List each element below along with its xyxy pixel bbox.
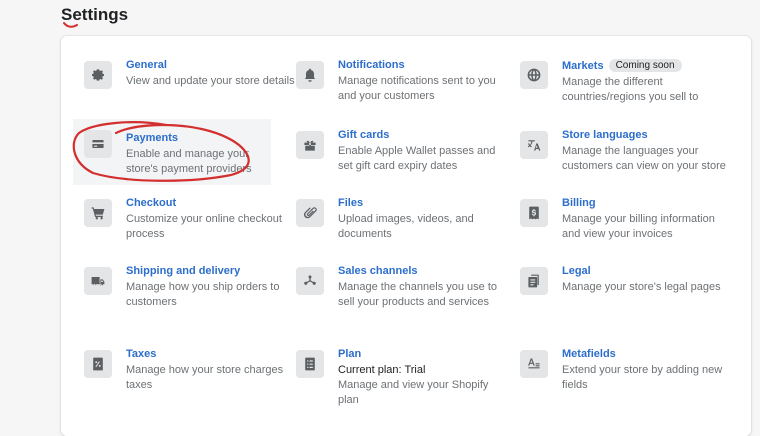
gift-icon	[296, 131, 324, 159]
settings-item-title: Store languages	[562, 129, 648, 141]
settings-item-legal[interactable]: Legal Manage your store's legal pages	[520, 265, 730, 317]
settings-item-notifications[interactable]: Notifications Manage notifications sent …	[296, 59, 506, 111]
settings-item-description: Upload images, videos, and documents	[338, 213, 474, 240]
metafields-icon	[520, 350, 548, 378]
settings-item-title: Metafields	[562, 348, 616, 360]
settings-item-markets[interactable]: Markets Coming soon Manage the different…	[520, 59, 730, 111]
plan-description: Manage and view your Shopify plan	[338, 379, 489, 406]
settings-item-taxes[interactable]: Taxes Manage how your store charges taxe…	[84, 348, 294, 400]
settings-item-title: Plan	[338, 348, 362, 360]
paperclip-icon	[296, 199, 324, 227]
settings-item-metafields[interactable]: Metafields Extend your store by adding n…	[520, 348, 730, 400]
settings-item-sales-channels[interactable]: Sales channels Manage the channels you u…	[296, 265, 506, 333]
truck-icon	[84, 267, 112, 295]
cart-icon	[84, 199, 112, 227]
settings-item-title: Markets	[562, 59, 604, 72]
settings-item-payments[interactable]: Payments Enable and manage your store's …	[73, 119, 271, 185]
settings-item-title: Taxes	[126, 348, 157, 360]
settings-item-plan[interactable]: Plan Current plan: Trial Manage and view…	[296, 348, 508, 416]
settings-item-title: Payments	[126, 132, 178, 144]
plan-icon	[296, 350, 324, 378]
settings-item-description: Extend your store by adding new fields	[562, 364, 723, 391]
settings-item-checkout[interactable]: Checkout Customize your online checkout …	[84, 197, 294, 249]
payment-icon	[84, 130, 112, 158]
channels-icon	[296, 267, 324, 295]
settings-item-shipping[interactable]: Shipping and delivery Manage how you shi…	[84, 265, 294, 317]
settings-item-title: Files	[338, 197, 364, 209]
legal-icon	[520, 267, 548, 295]
settings-item-description: Manage the channels you use to sell your…	[338, 281, 498, 308]
settings-item-gift-cards[interactable]: Gift cards Enable Apple Wallet passes an…	[296, 129, 506, 181]
settings-item-description: View and update your store details	[126, 75, 295, 87]
status-badge: Coming soon	[608, 59, 682, 72]
bell-icon	[296, 61, 324, 89]
settings-item-title: Billing	[562, 197, 596, 209]
settings-item-description: Manage notifications sent to you and you…	[338, 75, 496, 102]
settings-item-description: Manage how you ship orders to customers	[126, 281, 280, 308]
gear-icon	[84, 61, 112, 89]
billing-icon	[520, 199, 548, 227]
settings-item-description: Manage your billing information and view…	[562, 213, 715, 240]
settings-item-billing[interactable]: Billing Manage your billing information …	[520, 197, 730, 249]
settings-item-title: Sales channels	[338, 265, 418, 277]
settings-item-description: Enable and manage your store's payment p…	[126, 148, 252, 175]
settings-item-description: Current plan: Trial Manage and view your…	[338, 363, 508, 408]
current-plan-label: Current plan: Trial	[338, 364, 426, 376]
translate-icon	[520, 131, 548, 159]
settings-item-description: Manage your store's legal pages	[562, 281, 721, 293]
settings-item-description: Enable Apple Wallet passes and set gift …	[338, 145, 496, 172]
settings-item-description: Manage how your store charges taxes	[126, 364, 284, 391]
settings-item-description: Customize your online checkout process	[126, 213, 282, 240]
tax-icon	[84, 350, 112, 378]
settings-item-title: Gift cards	[338, 129, 390, 141]
settings-card: General View and update your store detai…	[61, 36, 751, 436]
settings-item-description: Manage the different countries/regions y…	[562, 76, 699, 103]
settings-item-files[interactable]: Files Upload images, videos, and documen…	[296, 197, 506, 249]
settings-item-title-row: Markets Coming soon	[562, 59, 682, 72]
globe-icon	[520, 61, 548, 89]
settings-item-title: Checkout	[126, 197, 177, 209]
settings-item-description: Manage the languages your customers can …	[562, 145, 726, 172]
settings-item-title: Shipping and delivery	[126, 265, 241, 277]
settings-item-title: General	[126, 59, 167, 71]
page-title: Settings	[61, 5, 129, 24]
settings-item-store-languages[interactable]: Store languages Manage the languages you…	[520, 129, 730, 181]
settings-item-title: Legal	[562, 265, 591, 277]
settings-item-title: Notifications	[338, 59, 405, 71]
settings-item-general[interactable]: General View and update your store detai…	[84, 59, 295, 111]
